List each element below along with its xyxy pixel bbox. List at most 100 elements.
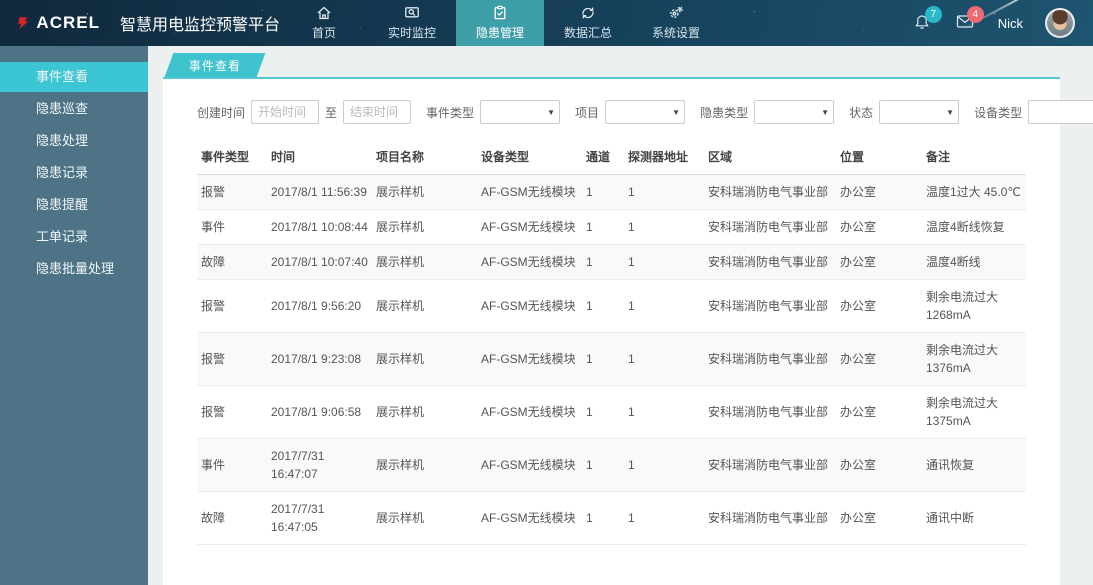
nav-item-realtime-monitor[interactable]: 实时监控 <box>368 0 456 46</box>
cell-detector-address: 1 <box>624 492 704 545</box>
tab-title: 事件查看 <box>189 57 241 74</box>
filter-label: 隐患类型 <box>700 104 748 121</box>
sidebar-item[interactable]: 隐患记录 <box>0 158 148 188</box>
col-detector-address: 探测器地址 <box>624 139 704 175</box>
cell-device-type: AF-GSM无线模块 <box>477 386 582 439</box>
cell-location: 办公室 <box>836 175 922 210</box>
table-row: 事件 2017/8/1 10:08:44 展示样机 AF-GSM无线模块 1 1… <box>197 210 1026 245</box>
cell-detector-address: 1 <box>624 333 704 386</box>
notifications-button[interactable]: 7 <box>914 14 934 32</box>
cell-event-type: 故障 <box>197 492 267 545</box>
cell-project-name: 展示样机 <box>372 280 477 333</box>
brand-name: ACREL <box>36 13 100 33</box>
acrel-logo-icon <box>16 13 30 33</box>
sidebar-item[interactable]: 事件查看 <box>0 62 148 92</box>
col-region: 区域 <box>704 139 836 175</box>
col-project-name: 项目名称 <box>372 139 477 175</box>
brand-logo[interactable]: ACREL 智慧用电监控预警平台 <box>0 0 280 46</box>
cell-region: 安科瑞消防电气事业部 <box>704 175 836 210</box>
sidebar-item[interactable]: 隐患巡查 <box>0 94 148 124</box>
cell-remark: 温度4断线恢复 <box>922 210 1026 245</box>
cell-device-type: AF-GSM无线模块 <box>477 280 582 333</box>
nav-item-system-settings[interactable]: 系统设置 <box>632 0 720 46</box>
sidebar-item[interactable]: 隐患处理 <box>0 126 148 156</box>
sidebar-item-label: 隐患提醒 <box>36 197 88 212</box>
col-event-type: 事件类型 <box>197 139 267 175</box>
user-avatar[interactable] <box>1045 8 1075 38</box>
table-header: 事件类型 时间 项目名称 设备类型 通道 探测器地址 区域 位置 备注 <box>197 139 1026 175</box>
cell-event-type: 事件 <box>197 439 267 492</box>
cell-region: 安科瑞消防电气事业部 <box>704 439 836 492</box>
cell-remark: 剩余电流过大 1268mA <box>922 280 1026 333</box>
filter-select-wrap: ▼ <box>480 100 560 124</box>
cell-location: 办公室 <box>836 492 922 545</box>
table-body: 报警 2017/8/1 11:56:39 展示样机 AF-GSM无线模块 1 1… <box>197 175 1026 545</box>
cell-channel: 1 <box>582 333 624 386</box>
table-row: 报警 2017/8/1 9:06:58 展示样机 AF-GSM无线模块 1 1 … <box>197 386 1026 439</box>
table-row: 故障 2017/7/31 16:47:05 展示样机 AF-GSM无线模块 1 … <box>197 492 1026 545</box>
sidebar-item[interactable]: 隐患批量处理 <box>0 254 148 284</box>
cell-detector-address: 1 <box>624 280 704 333</box>
nav-item-home[interactable]: 首页 <box>280 0 368 46</box>
cell-channel: 1 <box>582 175 624 210</box>
clipboard-check-icon <box>492 5 508 21</box>
home-icon <box>316 5 332 21</box>
table-row: 事件 2017/7/31 16:47:07 展示样机 AF-GSM无线模块 1 … <box>197 439 1026 492</box>
user-name: Nick <box>998 16 1023 31</box>
filter-select-wrap: ▼ <box>1028 100 1093 124</box>
cell-project-name: 展示样机 <box>372 386 477 439</box>
end-time-input[interactable] <box>343 100 411 124</box>
cell-remark: 温度1过大 45.0℃ <box>922 175 1026 210</box>
filter-select[interactable] <box>1028 100 1093 124</box>
filter-label: 设备类型 <box>974 104 1022 121</box>
body-row: 事件查看 隐患巡查 隐患处理 隐患记录 隐患提醒 工单记录 隐患批量处理 事件查 <box>0 46 1093 585</box>
start-time-input[interactable] <box>251 100 319 124</box>
cell-region: 安科瑞消防电气事业部 <box>704 210 836 245</box>
cell-event-type: 事件 <box>197 210 267 245</box>
sidebar-item-label: 隐患批量处理 <box>36 261 114 276</box>
nav-label: 数据汇总 <box>564 24 612 41</box>
sidebar-item-label: 隐患巡查 <box>36 101 88 116</box>
filter-select[interactable] <box>480 100 560 124</box>
to-label: 至 <box>325 104 337 121</box>
sidebar-item[interactable]: 隐患提醒 <box>0 190 148 220</box>
main-content: 事件查看 创建时间 至 事件类型 ▼ <box>148 46 1093 585</box>
sidebar-item[interactable]: 工单记录 <box>0 222 148 252</box>
filter-group: 项目 ▼ <box>575 100 685 124</box>
nav-label: 隐患管理 <box>476 24 524 41</box>
filter-select[interactable] <box>605 100 685 124</box>
sidebar-item-label: 事件查看 <box>36 69 88 84</box>
cell-project-name: 展示样机 <box>372 439 477 492</box>
events-table: 事件类型 时间 项目名称 设备类型 通道 探测器地址 区域 位置 备注 <box>197 139 1026 545</box>
tab-event-view[interactable]: 事件查看 <box>165 53 266 77</box>
cell-region: 安科瑞消防电气事业部 <box>704 280 836 333</box>
filter-select[interactable] <box>879 100 959 124</box>
filter-group: 隐患类型 ▼ <box>700 100 834 124</box>
cell-location: 办公室 <box>836 333 922 386</box>
cell-location: 办公室 <box>836 280 922 333</box>
filter-select-wrap: ▼ <box>605 100 685 124</box>
cell-channel: 1 <box>582 386 624 439</box>
col-location: 位置 <box>836 139 922 175</box>
cell-project-name: 展示样机 <box>372 492 477 545</box>
nav-item-hazard-management[interactable]: 隐患管理 <box>456 0 544 46</box>
cell-time: 2017/8/1 10:08:44 <box>267 210 372 245</box>
nav-item-data-summary[interactable]: 数据汇总 <box>544 0 632 46</box>
filter-select[interactable] <box>754 100 834 124</box>
cell-project-name: 展示样机 <box>372 245 477 280</box>
content-panel: 创建时间 至 事件类型 ▼ 项目 <box>163 77 1060 585</box>
cell-project-name: 展示样机 <box>372 333 477 386</box>
cell-detector-address: 1 <box>624 210 704 245</box>
cell-device-type: AF-GSM无线模块 <box>477 175 582 210</box>
messages-button[interactable]: 4 <box>956 14 976 32</box>
filter-select-wrap: ▼ <box>879 100 959 124</box>
filter-group: 设备类型 ▼ <box>974 100 1093 124</box>
cell-time: 2017/7/31 16:47:07 <box>267 439 372 492</box>
cell-event-type: 故障 <box>197 245 267 280</box>
cell-region: 安科瑞消防电气事业部 <box>704 333 836 386</box>
app-title: 智慧用电监控预警平台 <box>120 11 280 35</box>
cell-location: 办公室 <box>836 210 922 245</box>
col-time: 时间 <box>267 139 372 175</box>
create-time-label: 创建时间 <box>197 104 245 121</box>
cell-device-type: AF-GSM无线模块 <box>477 439 582 492</box>
